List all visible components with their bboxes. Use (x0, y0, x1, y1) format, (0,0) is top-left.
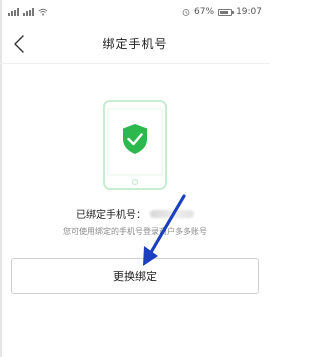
status-bar: 67% 19:07 (0, 0, 270, 24)
clock: 19:07 (236, 7, 262, 17)
bound-phone-row: 已绑定手机号： (76, 206, 194, 221)
cellular-signal-2-icon (23, 8, 34, 16)
alarm-icon (182, 9, 190, 16)
phone-screen: 67% 19:07 绑定手机号 已绑定手机号： 您可使用绑定的手机号登录商户多多… (0, 0, 270, 357)
battery-percent: 67% (194, 7, 215, 17)
page-title: 绑定手机号 (102, 37, 168, 51)
phone-shield-illustration (103, 100, 167, 190)
nav-header: 绑定手机号 (0, 24, 270, 64)
change-binding-button[interactable]: 更换绑定 (11, 258, 259, 294)
cellular-signal-icon (8, 8, 19, 16)
chevron-left-icon (14, 35, 24, 53)
back-button[interactable] (6, 30, 32, 58)
battery-icon (218, 8, 235, 16)
login-hint-text: 您可使用绑定的手机号登录商户多多账号 (63, 227, 207, 236)
status-left (8, 8, 48, 16)
status-right: 67% 19:07 (182, 7, 262, 17)
masked-phone-number (150, 209, 194, 218)
wifi-icon (38, 8, 48, 16)
bound-phone-label: 已绑定手机号： (76, 210, 146, 221)
